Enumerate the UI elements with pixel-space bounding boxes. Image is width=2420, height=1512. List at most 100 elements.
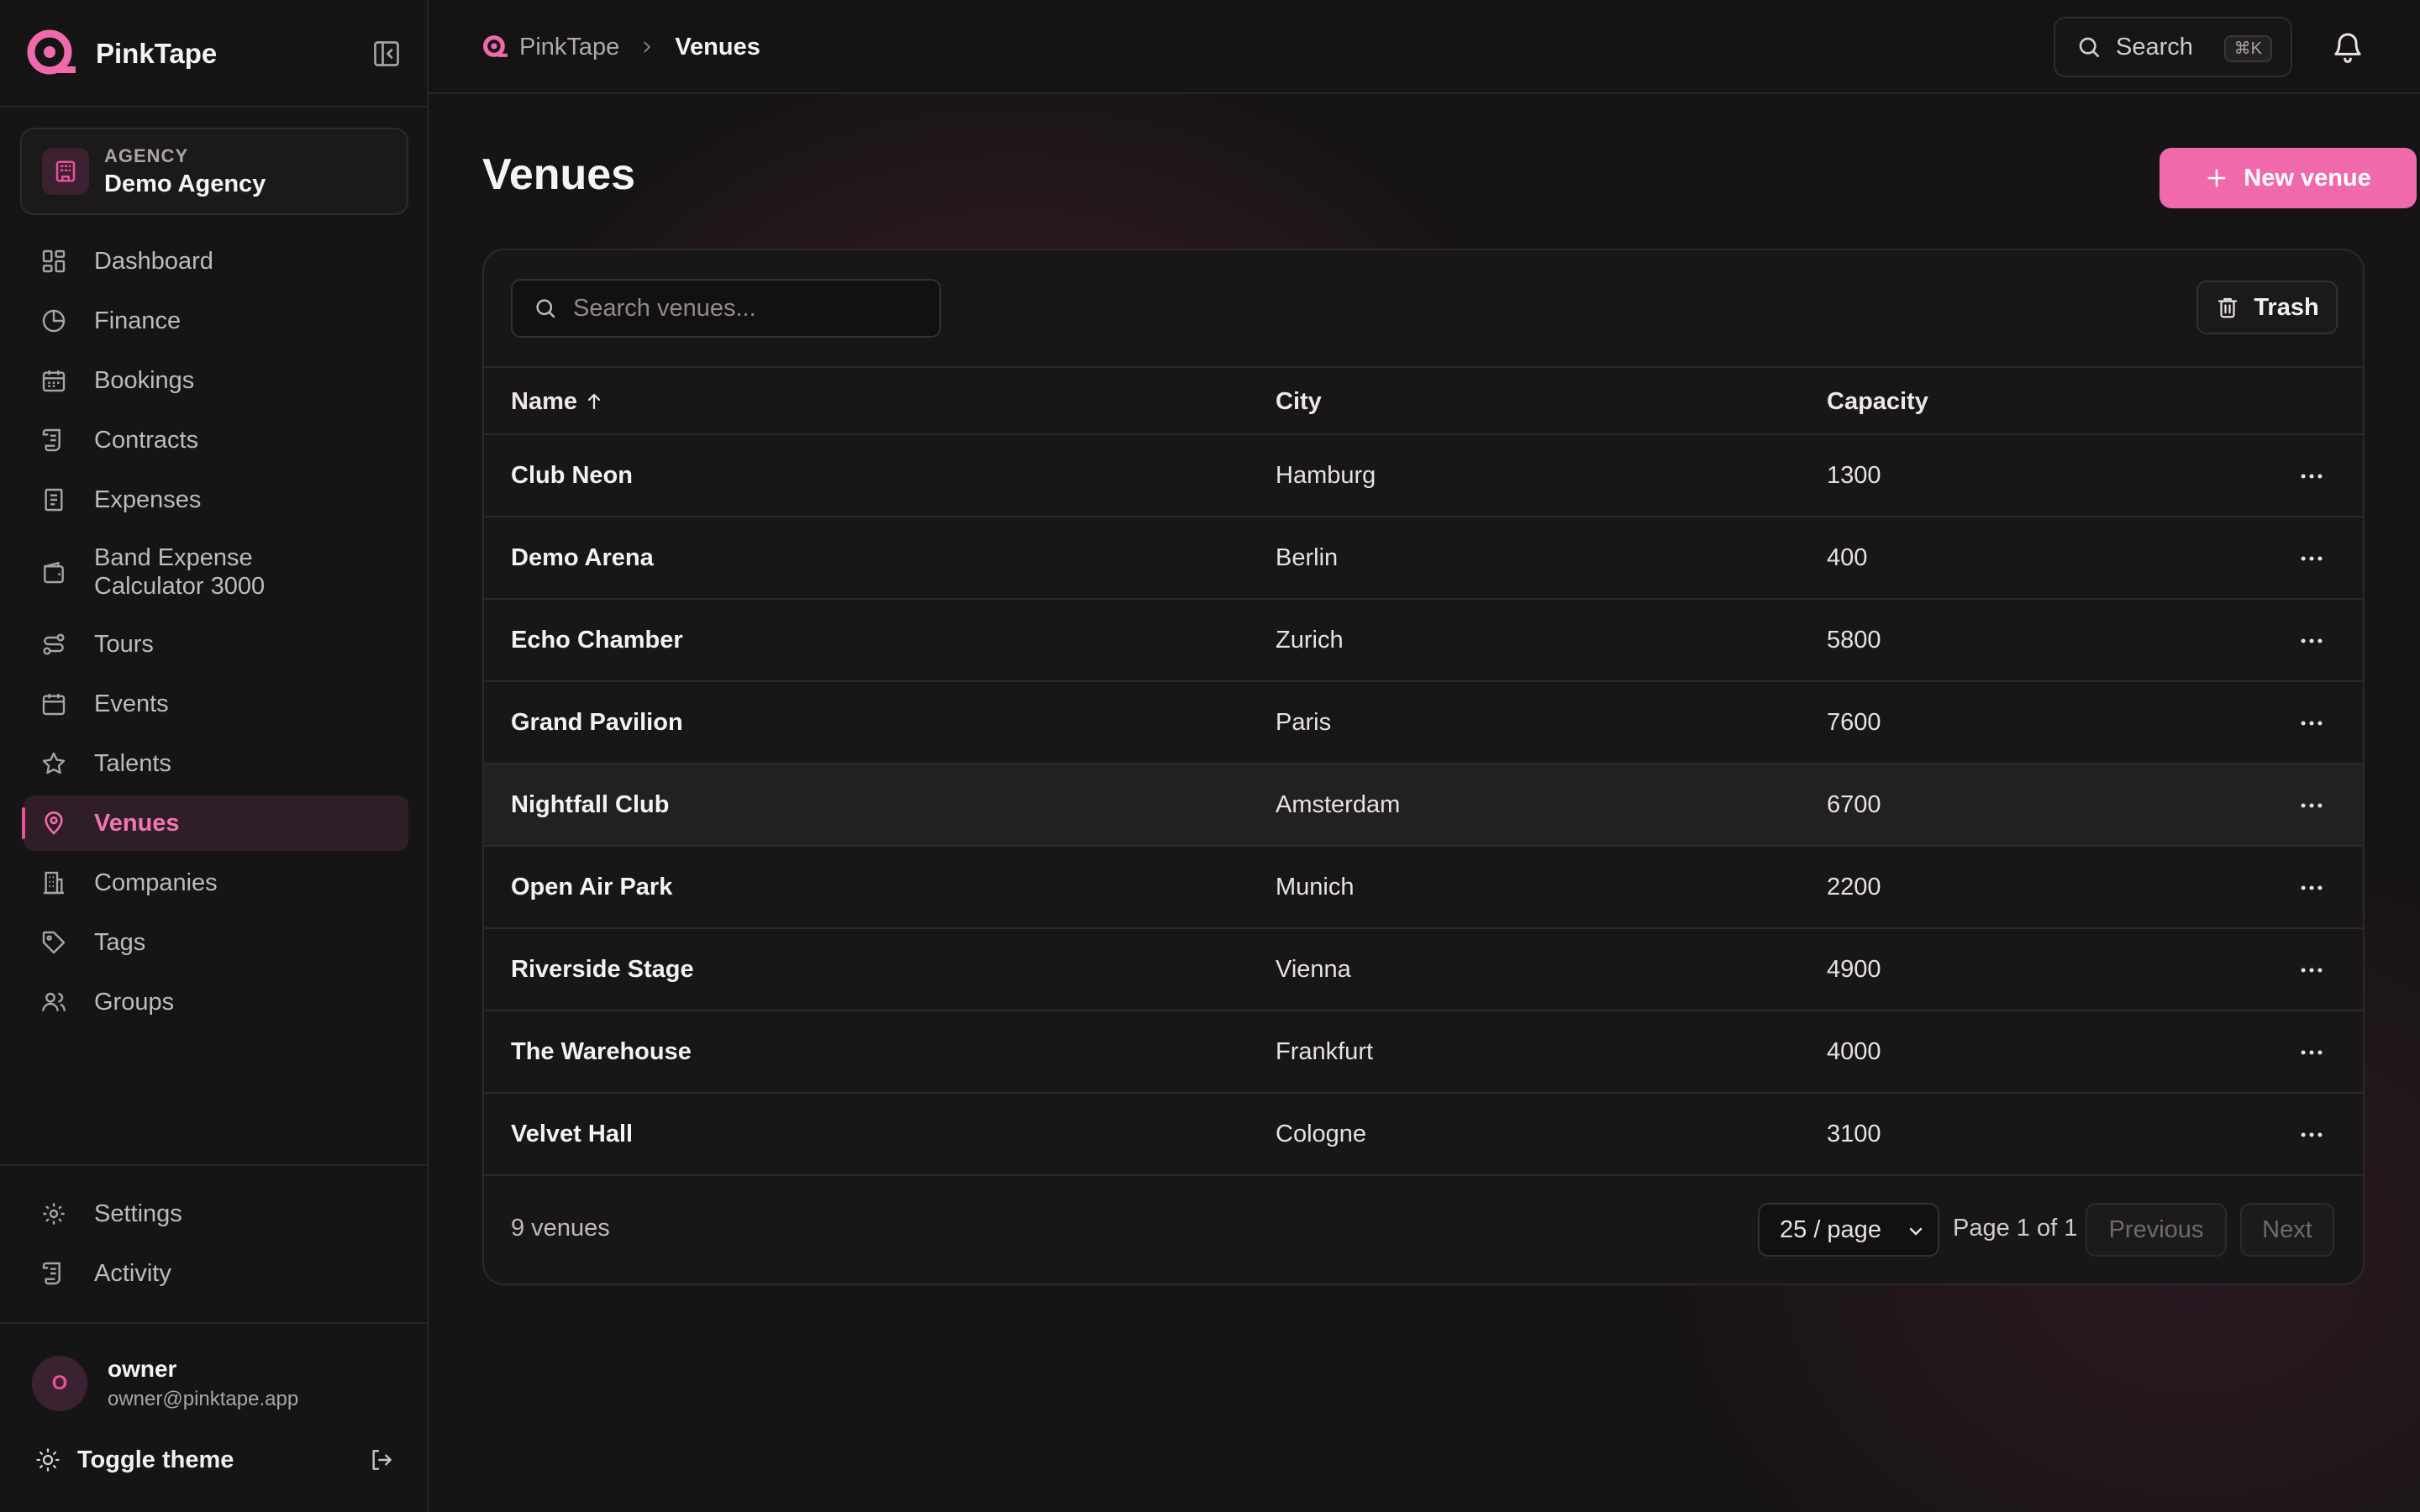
sidebar-item-label: Talents <box>94 750 171 777</box>
sidebar-item-band-expense-calculator[interactable]: Band Expense Calculator 3000 <box>24 532 408 612</box>
sidebar-bottom-nav: Settings Activity <box>24 1186 408 1305</box>
breadcrumb-root[interactable]: PinkTape <box>519 34 619 61</box>
table-row[interactable]: Club Neon Hamburg 1300 <box>484 435 2363 517</box>
more-horizontal-icon[interactable] <box>2297 462 2326 491</box>
breadcrumb-current: Venues <box>675 33 760 60</box>
new-venue-button[interactable]: New venue <box>2160 148 2417 208</box>
cell-capacity: 2200 <box>1827 874 1881 900</box>
cell-name: Demo Arena <box>511 544 654 571</box>
sidebar-item-tours[interactable]: Tours <box>24 617 408 672</box>
user-profile[interactable]: O owner owner@pinktape.app <box>32 1356 298 1411</box>
cell-capacity: 400 <box>1827 544 1868 571</box>
logout-icon[interactable] <box>368 1446 395 1473</box>
cell-capacity: 5800 <box>1827 627 1881 654</box>
next-page-button[interactable]: Next <box>2240 1203 2334 1257</box>
cell-capacity: 6700 <box>1827 791 1881 818</box>
cell-city: Vienna <box>1276 956 1351 983</box>
table-row[interactable]: Grand Pavilion Paris 7600 <box>484 682 2363 764</box>
more-horizontal-icon[interactable] <box>2297 709 2326 738</box>
more-horizontal-icon[interactable] <box>2297 544 2326 573</box>
more-horizontal-icon[interactable] <box>2297 874 2326 902</box>
cell-name: Open Air Park <box>511 874 673 900</box>
table-row[interactable]: Velvet Hall Cologne 3100 <box>484 1094 2363 1176</box>
sidebar-divider <box>0 106 427 108</box>
sidebar-item-bookings[interactable]: Bookings <box>24 353 408 408</box>
venue-search[interactable] <box>511 279 941 338</box>
brand-name: PinkTape <box>96 38 218 69</box>
venues-table-card: Trash Name City Capacity Club Neon Hambu… <box>482 249 2365 1285</box>
column-header-city[interactable]: City <box>1276 368 1322 435</box>
search-icon <box>2079 37 2099 57</box>
more-horizontal-icon[interactable] <box>2297 791 2326 820</box>
cell-city: Frankfurt <box>1276 1038 1374 1065</box>
sidebar-divider <box>0 1164 427 1166</box>
sidebar-item-finance[interactable]: Finance <box>24 293 408 349</box>
cell-capacity: 7600 <box>1827 709 1881 736</box>
cell-city: Hamburg <box>1276 462 1376 489</box>
sidebar-item-contracts[interactable]: Contracts <box>24 412 408 468</box>
main-content: PinkTape Venues Search ⌘K Venues New ven… <box>429 0 2420 1512</box>
map-pin-icon <box>45 811 63 835</box>
brand[interactable]: PinkTape <box>27 29 402 79</box>
table-row[interactable]: Echo Chamber Zurich 5800 <box>484 600 2363 682</box>
more-horizontal-icon[interactable] <box>2297 1121 2326 1149</box>
cell-name: Club Neon <box>511 462 633 489</box>
sidebar-item-activity[interactable]: Activity <box>24 1246 408 1301</box>
wallet-icon <box>44 561 64 584</box>
avatar: O <box>32 1356 87 1411</box>
cell-capacity: 3100 <box>1827 1121 1881 1147</box>
sidebar-item-expenses[interactable]: Expenses <box>24 472 408 528</box>
page-info: Page 1 of 1 <box>1953 1215 2078 1242</box>
toggle-theme-button[interactable]: Toggle theme <box>35 1441 395 1478</box>
table-row[interactable]: Nightfall Club Amsterdam 6700 <box>484 764 2363 847</box>
more-horizontal-icon[interactable] <box>2297 956 2326 984</box>
table-body: Club Neon Hamburg 1300 Demo Arena Berlin… <box>484 435 2363 1176</box>
keyboard-shortcut-badge: ⌘K <box>2223 35 2272 62</box>
sidebar-item-label: Band Expense Calculator 3000 <box>94 544 266 600</box>
sidebar-item-label: Finance <box>94 307 182 334</box>
sidebar-item-label: Events <box>94 690 169 717</box>
app-root: PinkTape AGENCY Demo Agency Dashboard Fi… <box>0 0 2420 1512</box>
cell-name: Grand Pavilion <box>511 709 683 736</box>
sidebar-item-label: Expenses <box>94 486 202 513</box>
sidebar-item-tags[interactable]: Tags <box>24 915 408 970</box>
more-horizontal-icon[interactable] <box>2297 1038 2326 1067</box>
search-icon <box>536 299 555 318</box>
venue-search-input[interactable] <box>573 294 926 323</box>
sidebar-item-settings[interactable]: Settings <box>24 1186 408 1242</box>
agency-name: Demo Agency <box>104 170 266 197</box>
dashboard-icon <box>42 249 66 273</box>
global-search-button[interactable]: Search ⌘K <box>2054 17 2292 77</box>
cell-city: Paris <box>1276 709 1332 736</box>
scroll-text-icon <box>42 1262 60 1285</box>
sidebar-item-label: Companies <box>94 869 218 896</box>
sidebar-nav: Dashboard Finance Bookings Contracts Exp… <box>22 234 408 1034</box>
calendar-event-icon <box>42 694 66 716</box>
sidebar-item-dashboard[interactable]: Dashboard <box>24 234 408 289</box>
table-row[interactable]: The Warehouse Frankfurt 4000 <box>484 1011 2363 1094</box>
table-row[interactable]: Demo Arena Berlin 400 <box>484 517 2363 600</box>
sidebar-item-label: Contracts <box>94 427 199 454</box>
table-row[interactable]: Open Air Park Munich 2200 <box>484 847 2363 929</box>
pie-chart-icon <box>42 309 66 333</box>
sidebar-item-label: Dashboard <box>94 248 213 275</box>
column-header-capacity[interactable]: Capacity <box>1827 368 1928 435</box>
page-size-select[interactable]: 25 / page <box>1758 1203 1939 1257</box>
topbar: PinkTape Venues Search ⌘K <box>429 0 2420 94</box>
collapse-sidebar-icon[interactable] <box>371 39 402 69</box>
sidebar-item-groups[interactable]: Groups <box>24 974 408 1030</box>
bell-icon[interactable] <box>2331 30 2365 64</box>
new-venue-label: New venue <box>2244 164 2371 192</box>
sidebar-item-events[interactable]: Events <box>24 676 408 732</box>
sidebar-item-companies[interactable]: Companies <box>24 855 408 911</box>
column-header-name[interactable]: Name <box>511 368 604 435</box>
sidebar-item-venues[interactable]: Venues <box>22 795 408 851</box>
trash-button[interactable]: Trash <box>2196 281 2338 334</box>
agency-switcher[interactable]: AGENCY Demo Agency <box>20 128 408 215</box>
previous-page-button[interactable]: Previous <box>2086 1203 2227 1257</box>
sidebar-item-talents[interactable]: Talents <box>24 736 408 791</box>
trash-icon <box>2218 297 2238 318</box>
table-row[interactable]: Riverside Stage Vienna 4900 <box>484 929 2363 1011</box>
more-horizontal-icon[interactable] <box>2297 627 2326 655</box>
sidebar-item-label: Activity <box>94 1260 171 1287</box>
